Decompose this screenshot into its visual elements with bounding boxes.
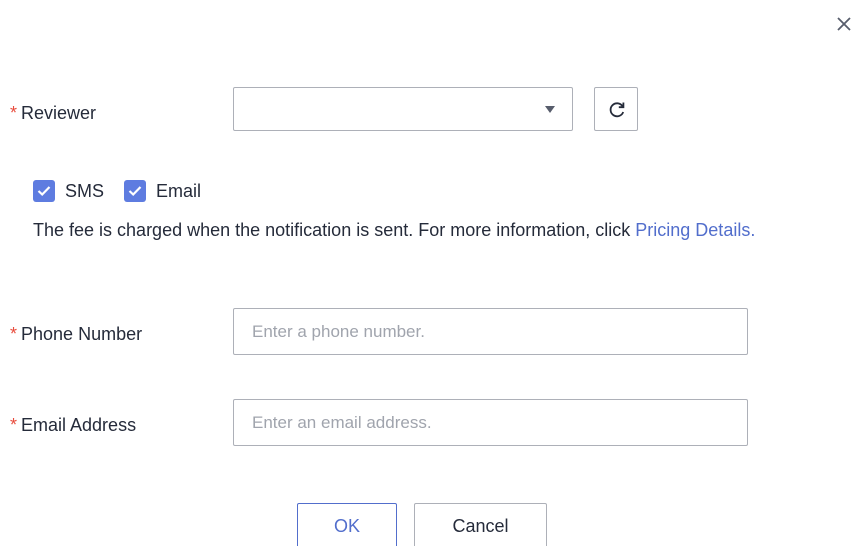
refresh-button[interactable] bbox=[594, 87, 638, 131]
phone-number-input[interactable] bbox=[233, 308, 748, 355]
cancel-button[interactable]: Cancel bbox=[414, 503, 547, 546]
sms-label: SMS bbox=[65, 180, 105, 201]
refresh-icon bbox=[609, 102, 625, 118]
email-address-input[interactable] bbox=[233, 399, 748, 446]
caret-down-icon bbox=[545, 106, 555, 113]
phone-label-wrapper: * Phone Number bbox=[10, 324, 142, 345]
notification-dialog: * Reviewer SMS Email The fee is charged w… bbox=[0, 0, 856, 546]
notification-methods: SMS Email bbox=[33, 178, 221, 204]
fee-notice: The fee is charged when the notification… bbox=[33, 216, 823, 244]
required-mark: * bbox=[10, 415, 18, 435]
email-label: Email bbox=[156, 180, 202, 201]
reviewer-label: Reviewer bbox=[21, 103, 97, 123]
reviewer-label-wrapper: * Reviewer bbox=[10, 103, 96, 124]
email-checkbox[interactable] bbox=[124, 180, 147, 202]
ok-button[interactable]: OK bbox=[297, 503, 397, 546]
pricing-details-link[interactable]: Pricing Details. bbox=[635, 220, 755, 240]
check-icon bbox=[128, 186, 142, 197]
fee-notice-text: The fee is charged when the notification… bbox=[33, 220, 636, 240]
email-address-label: Email Address bbox=[21, 415, 137, 435]
check-icon bbox=[37, 186, 51, 197]
required-mark: * bbox=[10, 324, 18, 344]
sms-checkbox[interactable] bbox=[33, 180, 55, 202]
phone-label: Phone Number bbox=[21, 324, 143, 344]
email-label-wrapper: * Email Address bbox=[10, 415, 136, 436]
close-icon[interactable] bbox=[836, 16, 856, 40]
required-mark: * bbox=[10, 103, 18, 123]
reviewer-select[interactable] bbox=[233, 87, 573, 131]
